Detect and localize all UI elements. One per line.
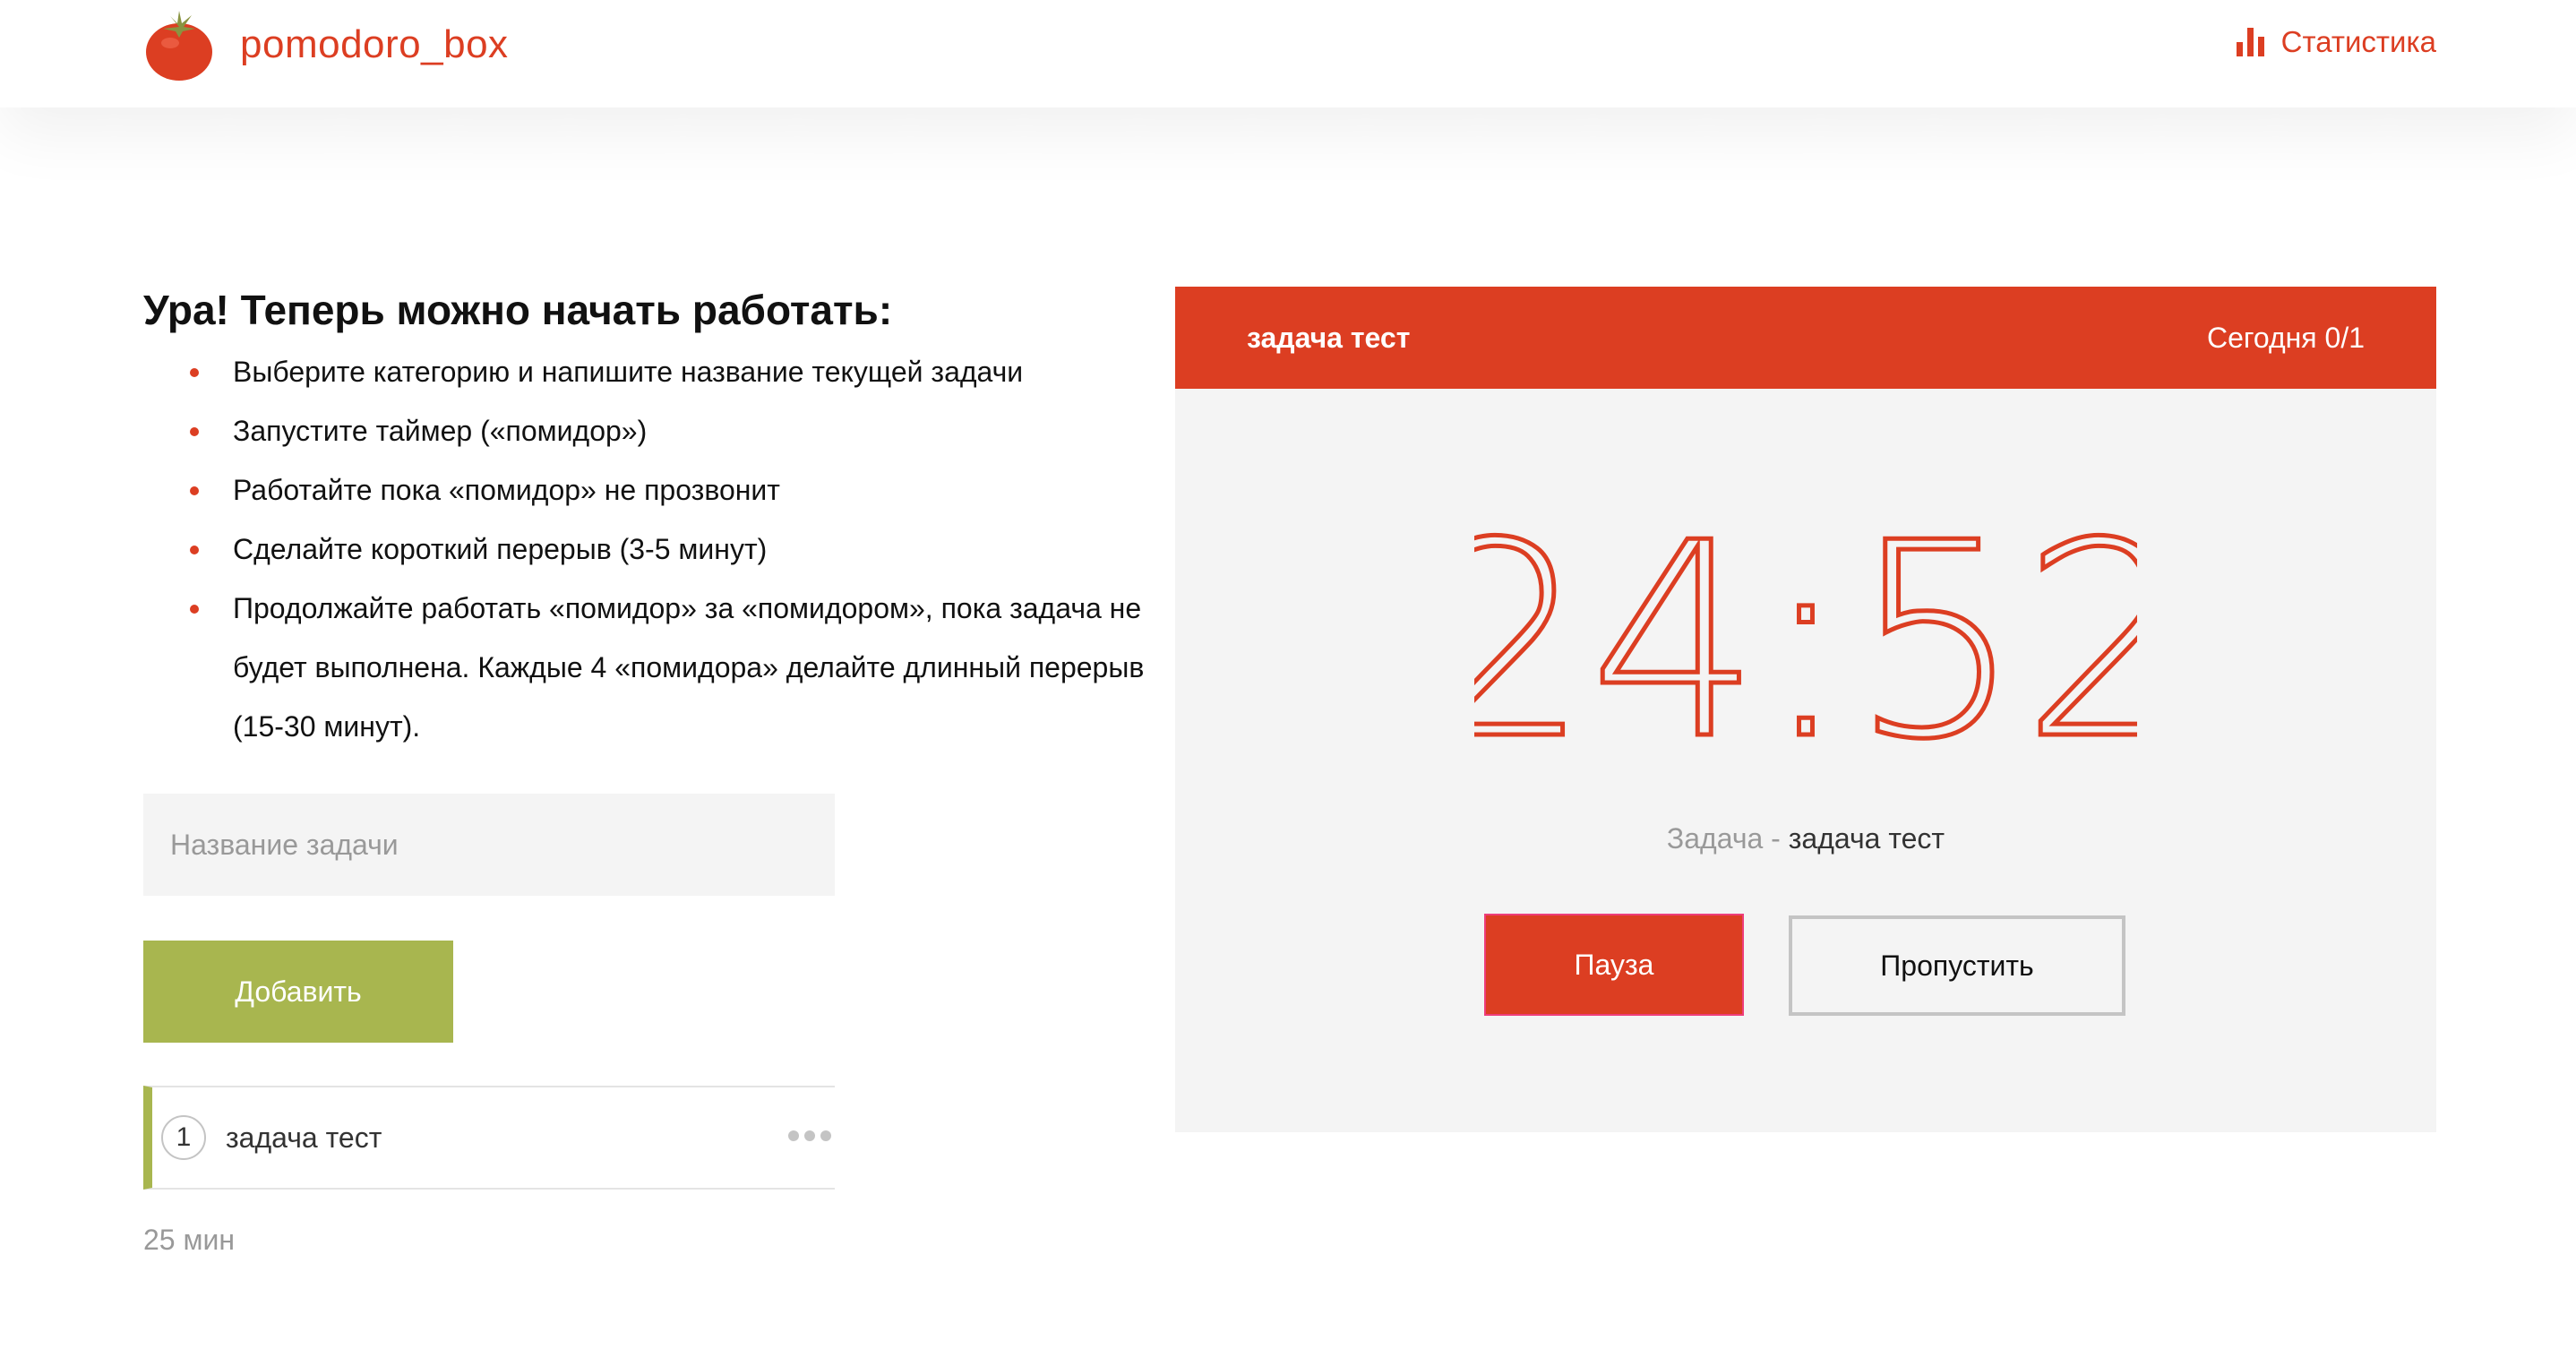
logo-text: pomodoro_box [240, 22, 509, 66]
instructions-list: Выберите категорию и напишите название т… [143, 342, 1146, 756]
timer-time: 24:52 [1474, 528, 2137, 761]
page-title: Ура! Теперь можно начать работать: [143, 287, 893, 333]
current-task-name: задача тест [1788, 822, 1945, 855]
more-dots-icon[interactable] [785, 1127, 835, 1145]
logo[interactable]: pomodoro_box [143, 7, 509, 82]
timer-card: задача тест Сегодня 0/1 24:52 Задача - з… [1175, 287, 2436, 1132]
today-counter: Сегодня 0/1 [2206, 321, 2365, 354]
pause-button[interactable]: Пауза [1484, 914, 1744, 1016]
timer-header: задача тест Сегодня 0/1 [1175, 287, 2436, 389]
instruction-item: Запустите таймер («помидор») [143, 401, 1146, 460]
statistics-label: Статистика [2280, 25, 2436, 58]
current-task-prefix: Задача - [1666, 822, 1781, 855]
instruction-item: Продолжайте работать «помидор» за «помид… [143, 579, 1200, 756]
instruction-item: Выберите категорию и напишите название т… [143, 342, 1146, 401]
task-item[interactable]: 1 задача тест [143, 1086, 835, 1190]
instructions-section: Ура! Теперь можно начать работать: Выбер… [143, 285, 1146, 756]
add-task-button[interactable]: Добавить [143, 941, 453, 1043]
task-name-input[interactable] [143, 794, 835, 896]
instruction-item: Сделайте короткий перерыв (3-5 минут) [143, 520, 1146, 579]
timer-display: 24:52 [1175, 528, 2436, 761]
skip-button[interactable]: Пропустить [1789, 915, 2125, 1016]
task-list: 1 задача тест [143, 1086, 835, 1190]
instruction-item: Работайте пока «помидор» не прозвонит [143, 460, 1146, 520]
statistics-link[interactable]: Статистика [2236, 25, 2436, 59]
current-task-line: Задача - задача тест [1175, 822, 2436, 855]
task-item-name: задача тест [226, 1121, 382, 1154]
app-header: pomodoro_box Статистика [0, 0, 2576, 107]
timer-task-title: задача тест [1247, 321, 1411, 354]
pomodoro-count: 1 [161, 1115, 206, 1160]
tomato-icon [146, 11, 212, 81]
total-time: 25 мин [143, 1224, 236, 1256]
bar-chart-icon [2236, 28, 2264, 56]
